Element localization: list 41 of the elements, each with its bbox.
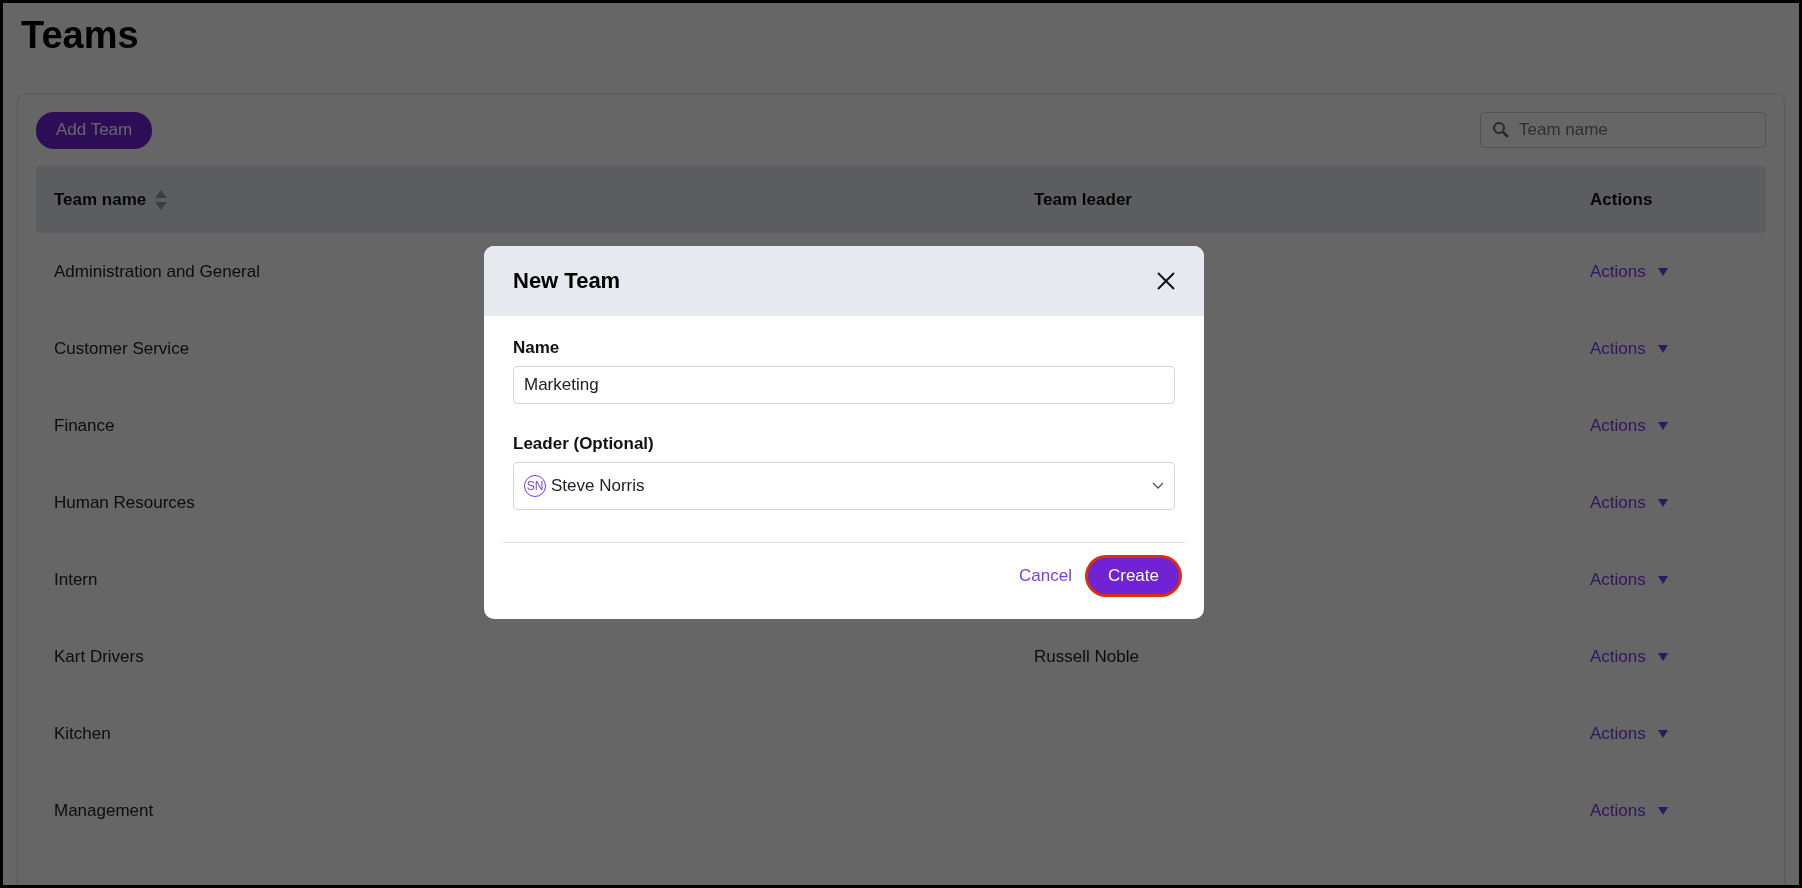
actions-dropdown[interactable]: Actions: [1590, 569, 1668, 590]
actions-dropdown[interactable]: Actions: [1590, 646, 1668, 667]
sort-icon: [154, 188, 169, 211]
caret-icon: [1657, 806, 1668, 815]
team-name: Administration and General: [54, 261, 260, 281]
caret-icon: [1657, 421, 1668, 430]
caret-icon: [1657, 575, 1668, 584]
actions-dropdown[interactable]: Actions: [1590, 800, 1668, 821]
team-name: Customer Service: [54, 338, 190, 358]
dialog-title: New Team: [513, 268, 621, 294]
caret-icon: [1657, 267, 1668, 276]
team-name: Kitchen: [54, 723, 111, 743]
chevron-down-icon: [1152, 482, 1164, 490]
team-name: Kart Drivers: [54, 646, 144, 666]
caret-icon: [1657, 729, 1668, 738]
leader-select[interactable]: SN Steve Norris: [513, 462, 1175, 510]
name-input[interactable]: Marketing: [513, 366, 1175, 404]
actions-dropdown[interactable]: Actions: [1590, 415, 1668, 436]
caret-icon: [1657, 344, 1668, 353]
field-label: Name: [513, 338, 561, 358]
team-name: Human Resources: [54, 492, 195, 512]
column-header: Actions: [1590, 189, 1653, 210]
create-button[interactable]: Create: [1087, 558, 1179, 594]
page-title: Teams: [21, 13, 140, 57]
team-leader: Russell Noble: [1034, 646, 1139, 666]
search-icon: [1492, 121, 1510, 139]
close-icon[interactable]: [1157, 272, 1175, 290]
add-team-button[interactable]: Add Team: [36, 111, 153, 149]
team-name: Intern: [54, 569, 98, 589]
sortable-column-header[interactable]: Team name: [54, 188, 169, 211]
field-label: Leader (Optional): [513, 434, 655, 454]
column-header: Team leader: [1034, 189, 1132, 210]
actions-dropdown[interactable]: Actions: [1590, 723, 1668, 744]
team-name: Management: [54, 800, 154, 820]
actions-dropdown[interactable]: Actions: [1590, 492, 1668, 513]
caret-icon: [1657, 652, 1668, 661]
caret-icon: [1657, 498, 1668, 507]
actions-dropdown[interactable]: Actions: [1590, 338, 1668, 359]
cancel-button[interactable]: Cancel: [1019, 560, 1072, 592]
actions-dropdown[interactable]: Actions: [1590, 261, 1668, 282]
team-name: Finance: [54, 415, 115, 435]
